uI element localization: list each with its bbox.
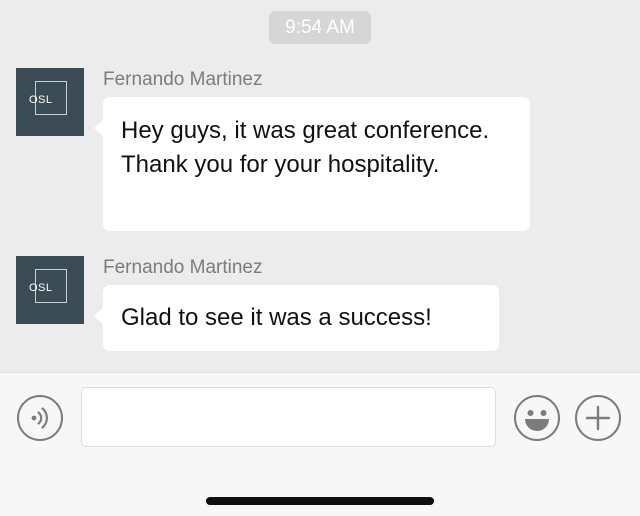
voice-input-button[interactable]	[17, 395, 63, 441]
message-timestamp: 9:54 AM	[269, 11, 371, 44]
avatar-initials: OSL	[29, 282, 53, 294]
plus-icon	[585, 405, 611, 431]
voice-icon	[31, 407, 48, 429]
message-input[interactable]	[81, 387, 496, 447]
sender-name: Fernando Martinez	[103, 69, 263, 90]
message-input-bar	[0, 372, 640, 516]
sender-name: Fernando Martinez	[103, 257, 263, 278]
avatar[interactable]: OSL	[16, 256, 84, 324]
message-bubble[interactable]: Hey guys, it was great conference. Thank…	[94, 97, 530, 231]
message-bubble[interactable]: Glad to see it was a success!	[94, 285, 499, 351]
message-list[interactable]: 9:54 AM OSL Fernando Martinez Hey guys, …	[0, 0, 640, 372]
chat-screen: 9:54 AM OSL Fernando Martinez Hey guys, …	[0, 0, 640, 516]
avatar-initials: OSL	[29, 94, 53, 106]
home-indicator	[206, 497, 434, 505]
emoji-icon	[525, 410, 549, 431]
more-options-button[interactable]	[575, 395, 621, 441]
emoji-button[interactable]	[514, 395, 560, 441]
avatar[interactable]: OSL	[16, 68, 84, 136]
